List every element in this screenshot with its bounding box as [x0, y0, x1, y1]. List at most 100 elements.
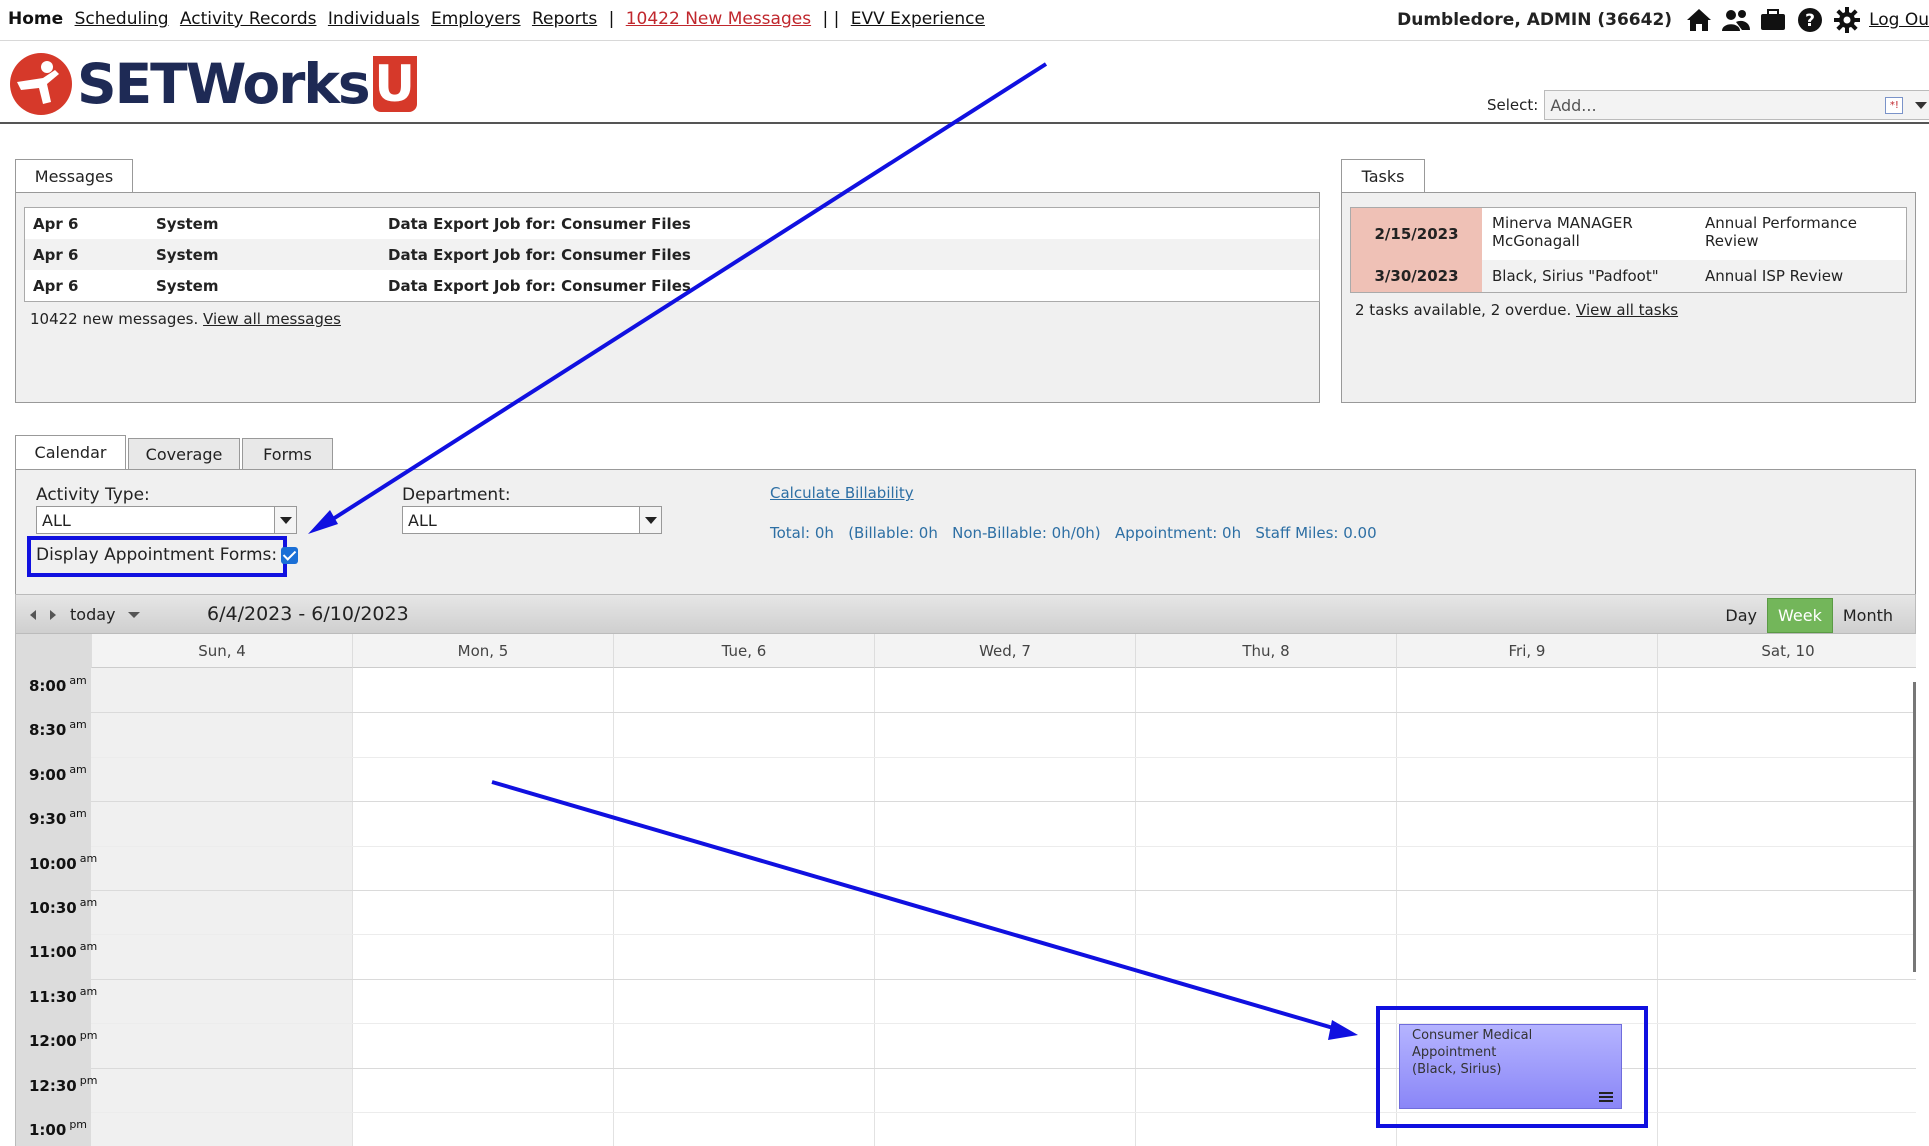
time-slot-line: [91, 890, 1916, 891]
select-input[interactable]: Add... *!: [1544, 90, 1929, 120]
tasks-table: 2/15/2023 Minerva MANAGER McGonagall Ann…: [1350, 207, 1907, 293]
chevron-down-icon[interactable]: [274, 507, 296, 533]
tab-messages[interactable]: Messages: [15, 159, 133, 193]
main-menu: Home Scheduling Activity Records Individ…: [8, 9, 991, 29]
calculate-billability-link[interactable]: Calculate Billability: [770, 484, 914, 502]
table-row[interactable]: 2/15/2023 Minerva MANAGER McGonagall Ann…: [1351, 208, 1906, 260]
day-divider: [1135, 668, 1136, 1146]
tab-coverage[interactable]: Coverage: [128, 438, 240, 469]
help-icon[interactable]: ?: [1795, 5, 1825, 35]
department-label: Department:: [402, 485, 511, 505]
nav-new-messages[interactable]: 10422 New Messages: [626, 9, 811, 29]
prev-week-icon[interactable]: [30, 609, 36, 620]
tab-calendar[interactable]: Calendar: [15, 435, 126, 469]
nav-scheduling[interactable]: Scheduling: [75, 9, 169, 29]
time-label: 9:00 am: [29, 763, 87, 784]
time-label: 11:00 am: [29, 940, 97, 961]
time-column: [16, 634, 91, 1146]
logo-u: U: [372, 55, 417, 113]
messages-footer: 10422 new messages. View all messages: [30, 310, 341, 328]
top-navigation: Home Scheduling Activity Records Individ…: [0, 0, 1929, 41]
activity-type-select[interactable]: ALL: [36, 506, 297, 534]
chevron-down-icon[interactable]: [127, 611, 140, 618]
chevron-down-icon[interactable]: [639, 507, 661, 533]
view-all-messages-link[interactable]: View all messages: [203, 310, 341, 328]
table-row[interactable]: 3/30/2023 Black, Sirius "Padfoot" Annual…: [1351, 260, 1906, 292]
time-label-hour: 10:30: [29, 899, 77, 917]
nav-evv-experience[interactable]: EVV Experience: [851, 9, 985, 29]
time-label-hour: 1:00: [29, 1121, 67, 1139]
table-row[interactable]: Apr 6 System Data Export Job for: Consum…: [25, 270, 1319, 301]
time-label: 12:00 pm: [29, 1029, 97, 1050]
separator: | |: [822, 9, 840, 29]
flag-icon[interactable]: *!: [1885, 97, 1904, 114]
day-divider: [874, 668, 875, 1146]
nav-individuals[interactable]: Individuals: [328, 9, 420, 29]
time-label-meridiem: am: [69, 674, 87, 687]
time-label-hour: 11:00: [29, 943, 77, 962]
nav-employers[interactable]: Employers: [431, 9, 521, 29]
messages-table: Apr 6 System Data Export Job for: Consum…: [24, 207, 1320, 302]
time-label: 8:00 am: [29, 674, 87, 695]
svg-text:?: ?: [1805, 11, 1815, 31]
time-slot-line: [91, 845, 1916, 847]
time-label: 9:30 am: [29, 807, 87, 828]
time-label: 10:00 am: [29, 852, 97, 873]
time-slot-line: [91, 934, 1916, 936]
event-highlight-box: [1376, 1006, 1648, 1128]
day-header[interactable]: Tue, 6: [613, 634, 874, 668]
briefcase-icon[interactable]: [1758, 5, 1788, 35]
separator: |: [608, 9, 615, 29]
day-divider: [352, 668, 353, 1146]
tab-forms[interactable]: Forms: [242, 438, 333, 469]
time-label: 11:30 am: [29, 985, 97, 1006]
time-label-hour: 12:00: [29, 1032, 77, 1051]
day-header[interactable]: Mon, 5: [352, 634, 613, 668]
nav-reports[interactable]: Reports: [532, 9, 597, 29]
logo-text: SETWorks: [77, 52, 371, 116]
table-row[interactable]: Apr 6 System Data Export Job for: Consum…: [25, 239, 1319, 270]
day-header[interactable]: Sun, 4: [91, 634, 352, 668]
nav-activity-records[interactable]: Activity Records: [180, 9, 317, 29]
logout-link[interactable]: Log Ou: [1869, 10, 1929, 30]
view-week-button[interactable]: Week: [1767, 598, 1833, 633]
tasks-footer: 2 tasks available, 2 overdue. View all t…: [1355, 301, 1679, 319]
view-all-tasks-link[interactable]: View all tasks: [1576, 301, 1678, 319]
time-slot-line: [91, 756, 1916, 758]
view-month-button[interactable]: Month: [1833, 599, 1903, 632]
billability-totals: Total: 0h (Billable: 0h Non-Billable: 0h…: [770, 524, 1377, 542]
day-header[interactable]: Thu, 8: [1135, 634, 1396, 668]
day-divider: [613, 668, 614, 1146]
setworks-logo[interactable]: SETWorks U: [9, 52, 417, 116]
time-label: 8:30 am: [29, 718, 87, 739]
logo-mark-icon: [10, 53, 72, 115]
department-select[interactable]: ALL: [402, 506, 662, 534]
chevron-down-icon[interactable]: [1915, 102, 1928, 109]
nav-home[interactable]: Home: [8, 9, 63, 29]
time-slot-line: [91, 801, 1916, 803]
view-day-button[interactable]: Day: [1715, 599, 1767, 632]
display-forms-checkbox[interactable]: [281, 546, 299, 564]
table-row[interactable]: Apr 6 System Data Export Job for: Consum…: [25, 208, 1319, 239]
time-label-hour: 11:30: [29, 987, 77, 1006]
tab-tasks[interactable]: Tasks: [1341, 159, 1425, 193]
time-label-meridiem: pm: [79, 1073, 98, 1087]
day-header[interactable]: Fri, 9: [1396, 634, 1657, 668]
quick-select: Select: Add... *!: [1487, 90, 1929, 120]
day-header[interactable]: Wed, 7: [874, 634, 1135, 668]
app-header: SETWorks U Select: Add... *!: [0, 42, 1929, 124]
sunday-column: [91, 668, 352, 1146]
calendar-nav: today: [30, 605, 140, 624]
users-icon[interactable]: [1721, 5, 1751, 35]
gear-icon[interactable]: [1832, 5, 1862, 35]
time-label-meridiem: am: [79, 896, 98, 909]
time-label-meridiem: pm: [79, 1029, 98, 1043]
time-label-hour: 8:30: [29, 721, 67, 740]
home-icon[interactable]: [1684, 5, 1714, 35]
day-header[interactable]: Sat, 10: [1657, 634, 1916, 668]
next-week-icon[interactable]: [50, 609, 56, 620]
calendar-scrollbar[interactable]: [1913, 682, 1916, 972]
time-label-meridiem: am: [79, 984, 98, 998]
time-label-hour: 12:30: [29, 1076, 77, 1095]
today-button[interactable]: today: [70, 605, 116, 624]
